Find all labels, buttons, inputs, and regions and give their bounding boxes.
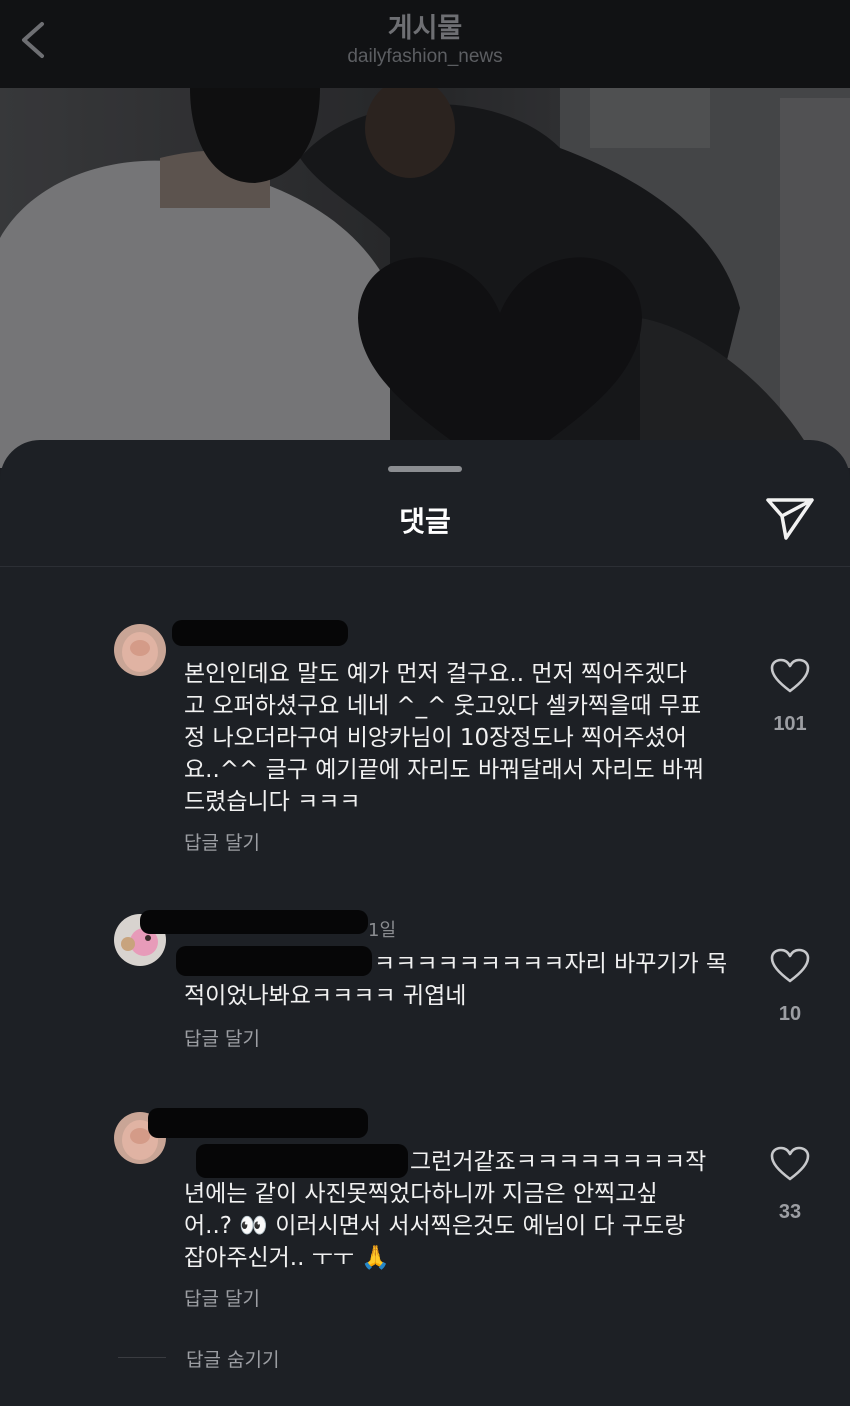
comment-text: ㅋㅋㅋㅋㅋㅋㅋㅋㅋ자리 바꾸기가 목 적이었나봐요ㅋㅋㅋㅋ 귀엽네 [184,951,728,1009]
avatar[interactable] [114,624,166,676]
page-title: 게시물 [387,13,463,44]
redacted-username [140,910,368,934]
redacted-username [148,1108,368,1138]
sheet-title: 댓글 [399,505,451,538]
hide-replies-button[interactable]: 답글 숨기기 [186,1345,279,1372]
reply-button[interactable]: 답글 달기 [184,1024,260,1051]
reply-button[interactable]: 답글 달기 [184,1284,260,1311]
heart-icon[interactable] [770,948,810,984]
sheet-divider [0,566,850,567]
account-name[interactable]: dailyfashion_news [0,46,850,68]
heart-icon[interactable] [770,658,810,694]
avatar-image [114,624,166,676]
hide-replies-divider [118,1357,166,1358]
post-image [0,88,850,468]
like-count: 10 [778,1003,802,1025]
like-count: 33 [778,1201,802,1223]
comment-text: 그런거같죠ㅋㅋㅋㅋㅋㅋㅋㅋ작 년에는 같이 사진못찍었다하니까 지금은 안찍고싶… [184,1149,707,1271]
redacted-username [172,620,348,646]
post-photo[interactable] [0,88,850,468]
reply-button[interactable]: 답글 달기 [184,828,260,855]
comment-text: 본인인데요 말도 예가 먼저 걸구요.. 먼저 찍어주겠다 고 오퍼하셨구요 네… [184,661,705,815]
top-bar: 게시물 dailyfashion_news [0,0,850,88]
comment-time: 1일 [368,920,397,941]
like-count: 101 [773,713,807,735]
heart-icon[interactable] [770,1146,810,1182]
send-icon[interactable] [764,494,816,542]
comments-sheet: 댓글 본인인데요 말도 예가 먼저 걸구요.. 먼저 찍어주겠다 고 오퍼하셨구… [0,440,850,1406]
sheet-drag-handle[interactable] [388,466,462,472]
